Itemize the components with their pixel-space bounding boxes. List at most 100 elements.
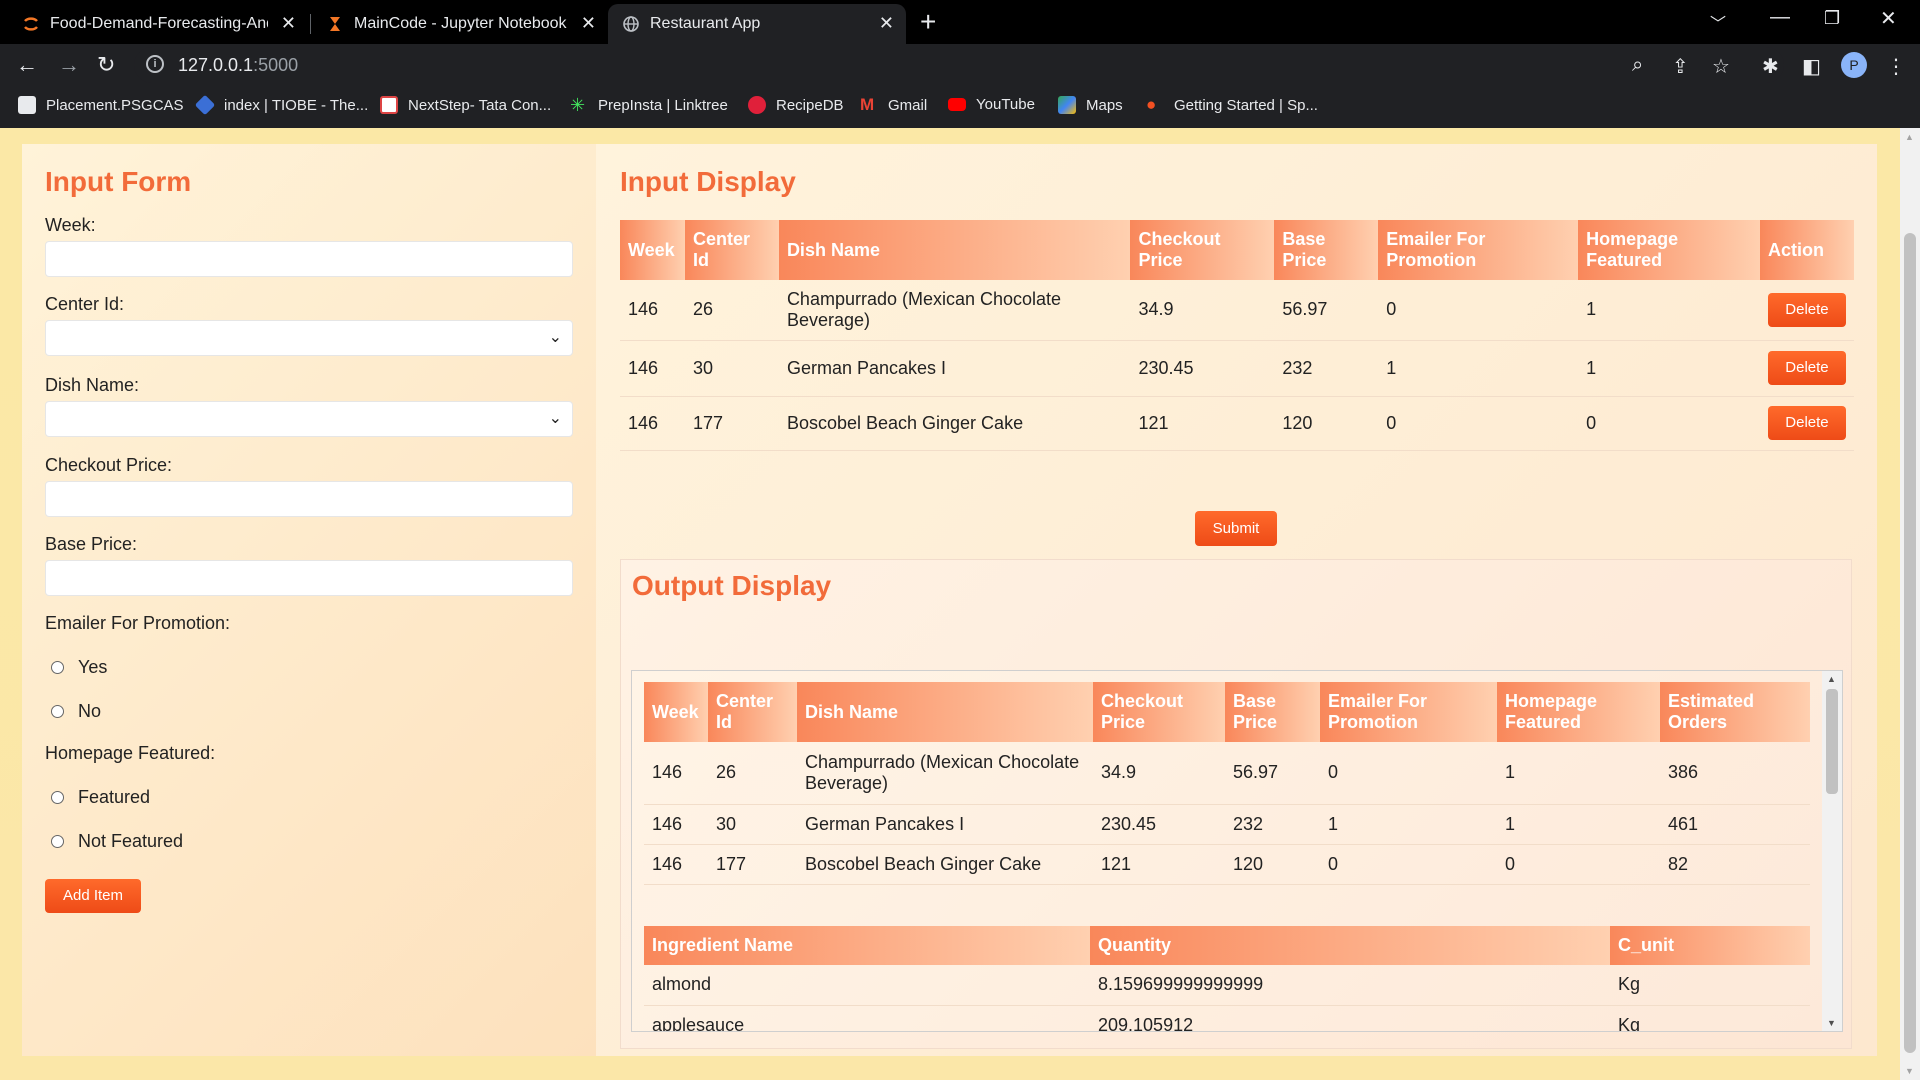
emailer-label: Emailer For Promotion: (45, 613, 231, 633)
output-scroll-area[interactable]: Week Center Id Dish Name Checkout Price … (631, 670, 1843, 1032)
table-header-row: Week Center Id Dish Name Checkout Price … (620, 220, 1854, 280)
cell-emailer: 1 (1320, 804, 1497, 845)
scroll-down-icon[interactable]: ▼ (1905, 1066, 1914, 1076)
ingredients-table: Ingredient Name Quantity C_unit almond 8… (644, 926, 1810, 1031)
close-tab-icon[interactable]: ✕ (281, 13, 296, 34)
tab-search-icon[interactable]: ﹀ (1710, 10, 1726, 34)
tab-restaurant-app[interactable]: Restaurant App ✕ (608, 4, 906, 44)
close-tab-icon[interactable]: ✕ (879, 13, 894, 34)
checkout-price-input[interactable] (45, 481, 573, 517)
table-row: applesauce 209.105912 Kg (644, 1005, 1810, 1031)
output-scroll-content: Week Center Id Dish Name Checkout Price … (632, 671, 1822, 1031)
bookmark-prepinsta[interactable]: ✳ PrepInsta | Linktree (570, 96, 728, 114)
cell-ingredient-name: almond (644, 965, 1090, 1006)
scroll-down-icon[interactable]: ▼ (1827, 1018, 1836, 1028)
column-header: Quantity (1090, 926, 1610, 965)
back-icon[interactable]: ← (16, 52, 38, 78)
submit-button[interactable]: Submit (1195, 511, 1277, 546)
extensions-icon[interactable]: ✱ (1762, 54, 1779, 79)
minimize-icon[interactable]: — (1770, 6, 1790, 29)
delete-button[interactable]: Delete (1767, 406, 1846, 440)
emailer-yes-radio[interactable]: Yes (51, 657, 107, 678)
cell-center-id: 177 (708, 844, 797, 885)
page-scrollbar[interactable]: ▲ ▼ (1900, 128, 1920, 1080)
cell-quantity: 209.105912 (1090, 1005, 1610, 1031)
base-price-label: Base Price: (45, 534, 138, 554)
tab-separator (310, 14, 311, 34)
tab-maincode[interactable]: MainCode - Jupyter Notebook ✕ (312, 4, 608, 44)
address-bar[interactable]: i 127.0.0.1:5000 (134, 47, 1784, 83)
cell-homepage: 1 (1497, 804, 1660, 845)
output-display-title: Output Display (632, 570, 832, 601)
bookmark-placement[interactable]: Placement.PSGCAS (18, 96, 184, 114)
globe-icon (623, 16, 639, 32)
dish-name-select[interactable]: ⌄ (45, 401, 573, 437)
output-display-panel: Output Display Week Center Id Dish Name … (620, 559, 1852, 1049)
cell-dish-name: Boscobel Beach Ginger Cake (797, 844, 1093, 885)
week-input[interactable] (45, 241, 573, 277)
output-table: Week Center Id Dish Name Checkout Price … (644, 682, 1810, 885)
restore-icon[interactable]: ❐ (1824, 8, 1840, 29)
delete-button[interactable]: Delete (1767, 351, 1846, 385)
bookmark-youtube[interactable]: YouTube (948, 96, 1035, 113)
share-icon[interactable]: ⇪ (1672, 54, 1689, 79)
hourglass-icon (330, 17, 340, 31)
forward-icon[interactable]: → (58, 52, 80, 78)
cell-checkout-price: 34.9 (1130, 280, 1275, 341)
input-table: Week Center Id Dish Name Checkout Price … (620, 220, 1854, 451)
center-id-label: Center Id: (45, 294, 125, 314)
table-row: almond 8.159699999999999 Kg (644, 965, 1810, 1006)
menu-icon[interactable]: ⋮ (1886, 54, 1906, 79)
bookmark-tiobe[interactable]: index | TIOBE - The... (194, 94, 368, 116)
cell-week: 146 (644, 742, 708, 805)
radio-circle[interactable] (51, 705, 64, 718)
new-tab-icon[interactable]: + (920, 6, 936, 38)
cell-homepage: 0 (1578, 396, 1760, 451)
scroll-thumb[interactable] (1904, 233, 1916, 1053)
radio-circle[interactable] (51, 835, 64, 848)
bookmark-getting-started[interactable]: ● Getting Started | Sp... (1146, 96, 1318, 114)
scroll-up-icon[interactable]: ▲ (1827, 674, 1836, 684)
close-tab-icon[interactable]: ✕ (581, 13, 596, 34)
bookmark-star-icon[interactable]: ☆ (1712, 54, 1730, 79)
cell-base-price: 56.97 (1225, 742, 1320, 805)
featured-radio[interactable]: Featured (51, 787, 150, 808)
zoom-icon[interactable]: ⌕ (1632, 54, 1643, 77)
delete-button[interactable]: Delete (1767, 292, 1846, 327)
base-price-input[interactable] (45, 560, 573, 596)
cell-homepage: 1 (1497, 742, 1660, 805)
radio-circle[interactable] (51, 791, 64, 804)
cell-week: 146 (644, 844, 708, 885)
scroll-up-icon[interactable]: ▲ (1905, 132, 1914, 142)
side-panel-icon[interactable]: ◧ (1802, 54, 1821, 79)
reload-icon[interactable]: ↻ (97, 52, 115, 78)
table-row: 146 26 Champurrado (Mexican Chocolate Be… (620, 280, 1854, 341)
cell-base-price: 232 (1274, 340, 1379, 397)
cell-homepage: 1 (1578, 340, 1760, 397)
close-window-icon[interactable]: ✕ (1880, 6, 1897, 31)
column-header: Checkout Price (1130, 220, 1275, 280)
column-header: Emailer For Promotion (1378, 220, 1579, 280)
not-featured-radio[interactable]: Not Featured (51, 831, 183, 852)
cell-dish-name: Boscobel Beach Ginger Cake (778, 396, 1131, 451)
column-header: Estimated Orders (1660, 682, 1810, 742)
output-scrollbar[interactable]: ▲ ▼ (1822, 671, 1842, 1031)
column-header: Checkout Price (1093, 682, 1225, 742)
bookmark-nextstep[interactable]: NextStep- Tata Con... (380, 96, 551, 114)
bookmark-maps[interactable]: Maps (1058, 96, 1123, 114)
bookmark-gmail[interactable]: M Gmail (860, 96, 927, 114)
emailer-no-radio[interactable]: No (51, 701, 101, 722)
add-item-button[interactable]: Add Item (45, 879, 141, 913)
column-header: Week (644, 682, 708, 742)
center-id-select[interactable]: ⌄ (45, 320, 573, 356)
avatar[interactable]: P (1841, 52, 1867, 78)
table-row: 146 30 German Pancakes I 230.45 232 1 1 … (620, 340, 1854, 397)
radio-circle[interactable] (51, 661, 64, 674)
cell-ingredient-name: applesauce (644, 1005, 1090, 1031)
bookmark-recipedb[interactable]: RecipeDB (748, 96, 844, 114)
site-info-icon[interactable]: i (146, 55, 164, 73)
cell-base-price: 232 (1225, 804, 1320, 845)
scroll-thumb[interactable] (1826, 689, 1838, 794)
dish-name-label: Dish Name: (45, 375, 140, 395)
tab-food-demand[interactable]: Food-Demand-Forecasting-And- ✕ (8, 4, 308, 44)
